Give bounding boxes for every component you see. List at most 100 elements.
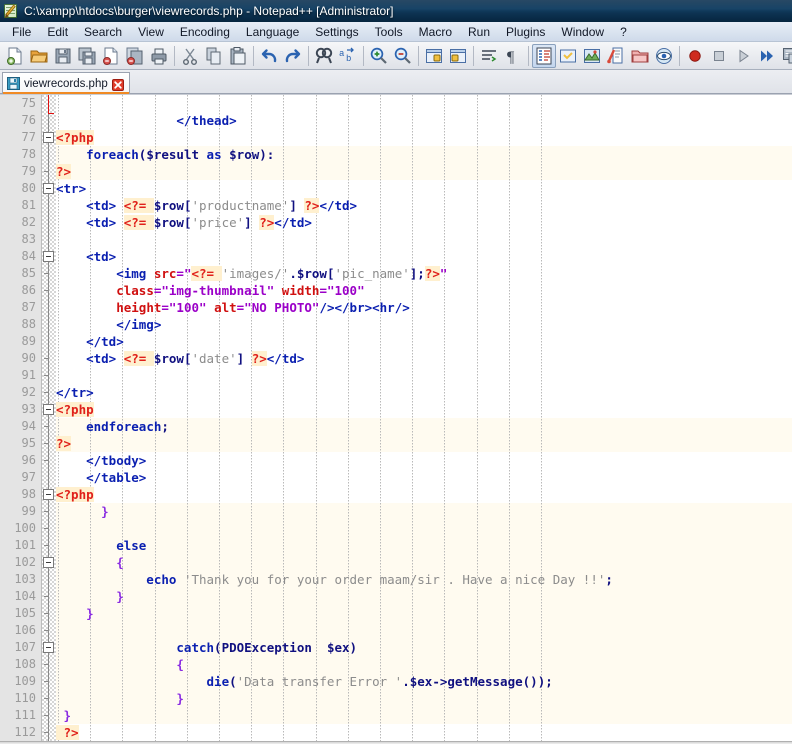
menu-item-window[interactable]: Window (553, 23, 612, 41)
word-wrap-icon (482, 49, 497, 62)
code-token-kw: endforeach (86, 419, 162, 434)
code-line: } (56, 503, 792, 520)
fold-level-tick (44, 290, 49, 291)
code-token-op: ] (244, 215, 260, 230)
save-macro-button[interactable] (779, 44, 792, 68)
copy-button[interactable] (202, 44, 226, 68)
fold-collapse-box[interactable] (43, 404, 54, 415)
run-multiple-button[interactable] (755, 44, 779, 68)
fold-collapse-box[interactable] (43, 642, 54, 653)
fold-level-tick (44, 664, 49, 665)
code-token-op: [ (326, 266, 335, 281)
code-text-area[interactable]: </thead> <?php foreach($result as $row):?… (56, 95, 792, 744)
line-number: 97 (21, 470, 36, 484)
show-document-map-button[interactable] (580, 44, 604, 68)
sync-horizontal-scroll-button[interactable] (446, 44, 470, 68)
zoom-in-button[interactable] (367, 44, 391, 68)
monitoring-button[interactable] (652, 44, 676, 68)
fold-collapse-box[interactable] (43, 132, 54, 143)
code-token-word: getMessage (447, 674, 523, 689)
open-file-icon (30, 50, 48, 62)
saved-file-icon (7, 77, 20, 90)
menu-item-file[interactable]: File (4, 23, 39, 41)
new-file-button[interactable] (3, 44, 27, 68)
code-token-php: ?> (56, 164, 72, 179)
folder-as-workspace-button[interactable] (628, 44, 652, 68)
line-number: 79 (21, 164, 36, 178)
menu-item-tools[interactable]: Tools (367, 23, 411, 41)
code-token-str: 'Thank you for your order maam/sir . Hav… (183, 572, 606, 587)
save-all-button[interactable] (75, 44, 99, 68)
code-token-op: ): (259, 147, 275, 162)
close-tab-icon[interactable] (111, 78, 124, 91)
cut-button[interactable] (178, 44, 202, 68)
fold-collapse-box[interactable] (43, 489, 54, 500)
redo-button[interactable] (281, 44, 305, 68)
find-button[interactable] (312, 44, 336, 68)
fold-margin[interactable] (42, 95, 56, 744)
menu-item-run[interactable]: Run (460, 23, 498, 41)
line-number: 111 (14, 708, 36, 722)
open-file-button[interactable] (27, 44, 51, 68)
toolbar-separator (363, 45, 364, 66)
indent-guide-button[interactable] (532, 43, 556, 68)
code-token-tag: <tr> (56, 181, 87, 196)
fold-collapse-box[interactable] (43, 557, 54, 568)
playback-button[interactable] (731, 44, 755, 68)
code-token-kw: else (56, 538, 147, 553)
tab-viewrecords-php[interactable]: viewrecords.php (2, 72, 130, 95)
code-token-php: <?= (123, 215, 154, 230)
code-token-var: $row (153, 215, 184, 230)
user-defined-language-button[interactable] (556, 44, 580, 68)
playback-icon (739, 49, 749, 62)
show-all-characters-button[interactable]: ¶ (501, 44, 525, 68)
menu-item-edit[interactable]: Edit (39, 23, 76, 41)
code-token-op: ) (349, 640, 358, 655)
zoom-out-button[interactable] (391, 44, 415, 68)
sync-vertical-scroll-button[interactable] (422, 44, 446, 68)
code-token-val: " (439, 266, 448, 281)
line-number: 81 (21, 198, 36, 212)
save-icon (55, 48, 71, 63)
menu-item-language[interactable]: Language (238, 23, 307, 41)
paste-button[interactable] (226, 44, 250, 68)
line-number: 90 (21, 351, 36, 365)
tab-bar: viewrecords.php (0, 70, 792, 95)
fold-collapse-box[interactable] (43, 251, 54, 262)
tab-label: viewrecords.php (24, 77, 108, 90)
menu-item-plugins[interactable]: Plugins (498, 23, 553, 41)
code-token-val: ="NO PHOTO" (236, 300, 320, 315)
line-number: 85 (21, 266, 36, 280)
stop-recording-button[interactable] (707, 44, 731, 68)
code-line: <?php (56, 401, 792, 418)
fold-level-tick (44, 171, 49, 172)
menu-item-encoding[interactable]: Encoding (172, 23, 238, 41)
code-token-brace: } (56, 606, 94, 621)
code-line: class="img-thumbnail" width="100" (56, 282, 792, 299)
line-number: 107 (14, 640, 36, 654)
code-token-php: ?> (251, 351, 267, 366)
save-button[interactable] (51, 44, 75, 68)
word-wrap-button[interactable] (477, 44, 501, 68)
record-macro-button[interactable] (683, 44, 707, 68)
code-token-brace: } (56, 691, 184, 706)
close-file-button[interactable] (99, 44, 123, 68)
menu-item-macro[interactable]: Macro (411, 23, 460, 41)
replace-button[interactable]: ab (336, 44, 360, 68)
menu-item-settings[interactable]: Settings (307, 23, 366, 41)
print-button[interactable] (147, 44, 171, 68)
save-all-icon (78, 47, 96, 64)
replace-icon: ab (339, 47, 354, 64)
menu-item-[interactable]: ? (612, 23, 635, 41)
fold-collapse-box[interactable] (43, 183, 54, 194)
code-editor[interactable]: 75 76 77 78 79 80 81 82 83 84 85 86 87 88 89 90 91 92 93 94… (0, 94, 792, 744)
code-token-brace: } (56, 708, 72, 723)
code-token-brace: } (56, 504, 109, 519)
function-list-button[interactable] (604, 44, 628, 68)
menu-item-view[interactable]: View (130, 23, 172, 41)
menu-item-search[interactable]: Search (76, 23, 130, 41)
undo-button[interactable] (257, 44, 281, 68)
close-all-button[interactable] (123, 44, 147, 68)
